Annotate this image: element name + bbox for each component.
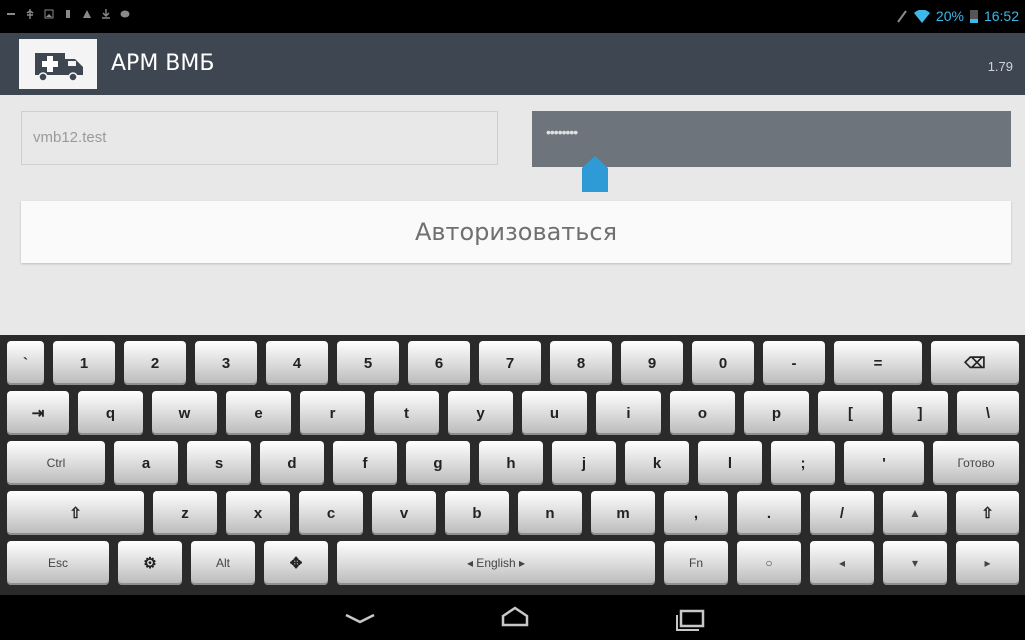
key-arrow-left[interactable]: ◂ [810, 541, 874, 585]
key-w[interactable]: w [152, 391, 217, 435]
key-h[interactable]: h [479, 441, 543, 485]
key-0[interactable]: 0 [692, 341, 754, 385]
key-slash[interactable]: / [810, 491, 874, 535]
key-2[interactable]: 2 [124, 341, 186, 385]
key-n[interactable]: n [518, 491, 582, 535]
key-tab[interactable]: ⇥ [7, 391, 69, 435]
recent-apps-icon[interactable] [660, 601, 720, 635]
key-s[interactable]: s [187, 441, 251, 485]
app-version: 1.79 [987, 59, 1013, 74]
text-cursor-handle[interactable] [582, 156, 608, 192]
status-notifications [6, 9, 130, 19]
settings-icon[interactable]: ⚙ [118, 541, 182, 585]
ambulance-icon[interactable] [19, 39, 97, 89]
login-form: vmb12.test •••••••• Авторизоваться [0, 95, 1025, 335]
key-g[interactable]: g [406, 441, 470, 485]
key-e[interactable]: e [226, 391, 291, 435]
key-k[interactable]: k [625, 441, 689, 485]
key-semicolon[interactable]: ; [771, 441, 835, 485]
key-fn[interactable]: Fn [664, 541, 728, 585]
key-y[interactable]: y [448, 391, 513, 435]
key-esc[interactable]: Esc [7, 541, 109, 585]
key-c[interactable]: c [299, 491, 363, 535]
app-bar: АРМ ВМБ 1.79 [0, 33, 1025, 95]
key-period[interactable]: . [737, 491, 801, 535]
key-ctrl[interactable]: Ctrl [7, 441, 105, 485]
wifi-icon [913, 9, 930, 23]
key-u[interactable]: u [522, 391, 587, 435]
key-9[interactable]: 9 [621, 341, 683, 385]
back-icon[interactable] [330, 601, 390, 635]
key-backspace[interactable]: ⌫ [931, 341, 1019, 385]
key-1[interactable]: 1 [53, 341, 115, 385]
key-7[interactable]: 7 [479, 341, 541, 385]
home-icon[interactable] [485, 601, 545, 635]
key-l[interactable]: l [698, 441, 762, 485]
key-6[interactable]: 6 [408, 341, 470, 385]
authorize-button[interactable]: Авторизоваться [21, 201, 1011, 263]
clock: 16:52 [983, 8, 1019, 24]
usb-icon [26, 9, 34, 19]
key-t[interactable]: t [374, 391, 439, 435]
key-3[interactable]: 3 [195, 341, 257, 385]
key-backtick[interactable]: ` [7, 341, 44, 385]
warning-icon [83, 10, 91, 18]
key-b[interactable]: b [445, 491, 509, 535]
download-icon [102, 9, 110, 19]
key-arrow-down[interactable]: ▾ [883, 541, 947, 585]
chat-icon [120, 10, 130, 18]
key-right-bracket[interactable]: ] [892, 391, 948, 435]
key-space-language[interactable]: ◂ English ▸ [337, 541, 655, 585]
key-q[interactable]: q [78, 391, 143, 435]
key-i[interactable]: i [596, 391, 661, 435]
move-icon[interactable]: ✥ [264, 541, 328, 585]
status-system: 20% 16:52 [896, 8, 1019, 24]
key-apostrophe[interactable]: ' [844, 441, 924, 485]
key-v[interactable]: v [372, 491, 436, 535]
key-alt[interactable]: Alt [191, 541, 255, 585]
key-equals[interactable]: = [834, 341, 922, 385]
navigation-bar [0, 595, 1025, 640]
key-shift-right[interactable]: ⇧ [956, 491, 1019, 535]
key-p[interactable]: p [744, 391, 809, 435]
key-a[interactable]: a [114, 441, 178, 485]
key-r[interactable]: r [300, 391, 365, 435]
status-bar: 20% 16:52 [0, 0, 1025, 33]
battery-percent: 20% [935, 8, 964, 24]
battery-icon [969, 10, 978, 23]
key-shift-left[interactable]: ⇧ [7, 491, 144, 535]
key-minus[interactable]: - [763, 341, 825, 385]
image-icon [44, 9, 54, 19]
notification-icon [7, 13, 15, 15]
key-backslash[interactable]: \ [957, 391, 1019, 435]
sim-icon [66, 10, 70, 18]
key-5[interactable]: 5 [337, 341, 399, 385]
key-comma[interactable]: , [664, 491, 728, 535]
key-circle[interactable]: ○ [737, 541, 801, 585]
key-4[interactable]: 4 [266, 341, 328, 385]
key-done[interactable]: Готово [933, 441, 1019, 485]
key-8[interactable]: 8 [550, 341, 612, 385]
key-x[interactable]: x [226, 491, 290, 535]
key-arrow-right[interactable]: ▸ [956, 541, 1019, 585]
key-f[interactable]: f [333, 441, 397, 485]
key-left-bracket[interactable]: [ [818, 391, 883, 435]
key-z[interactable]: z [153, 491, 217, 535]
key-m[interactable]: m [591, 491, 655, 535]
key-arrow-up[interactable]: ▲ [883, 491, 947, 535]
key-o[interactable]: o [670, 391, 735, 435]
app-title: АРМ ВМБ [111, 51, 215, 76]
signal-icon [897, 10, 907, 23]
onscreen-keyboard: ` 1 2 3 4 5 6 7 8 9 0 - = ⌫ ⇥ q w e r t … [0, 335, 1025, 595]
key-j[interactable]: j [552, 441, 616, 485]
key-d[interactable]: d [260, 441, 324, 485]
username-input[interactable]: vmb12.test [21, 111, 498, 165]
